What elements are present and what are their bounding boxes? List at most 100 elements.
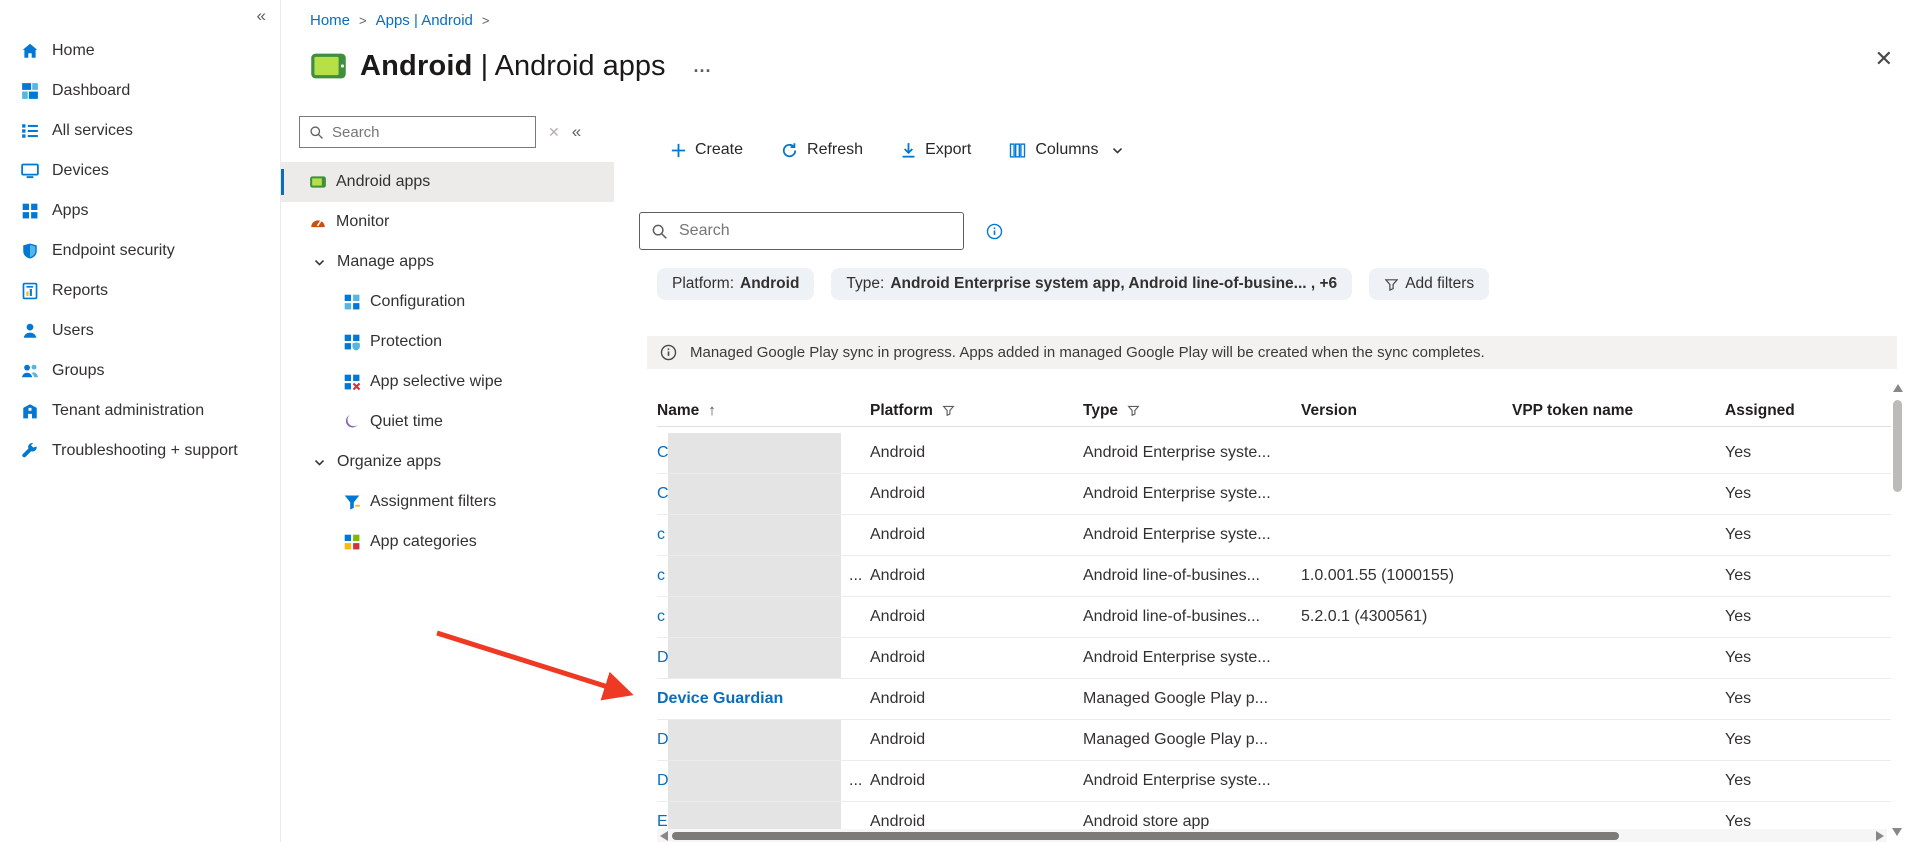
- app-name-cell[interactable]: C: [657, 474, 870, 514]
- app-name-cell[interactable]: D: [657, 720, 870, 760]
- sidebar-item-reports[interactable]: Reports: [0, 271, 280, 311]
- sidebar-item-home[interactable]: Home: [0, 31, 280, 71]
- column-header-assigned[interactable]: Assigned: [1725, 402, 1883, 420]
- list-search-input[interactable]: [679, 222, 952, 240]
- menu-item-monitor[interactable]: Monitor: [281, 202, 614, 242]
- menu-item-app-selective-wipe[interactable]: App selective wipe: [281, 362, 614, 402]
- sidebar-item-apps[interactable]: Apps: [0, 191, 280, 231]
- filter-pill-type[interactable]: Type: Android Enterprise system app, And…: [831, 268, 1352, 300]
- page-header: Android | Android apps ...: [310, 46, 1907, 86]
- menu-item-protection[interactable]: Protection: [281, 322, 614, 362]
- info-icon: [986, 223, 1003, 240]
- columns-label: Columns: [1035, 141, 1098, 159]
- more-actions-button[interactable]: ...: [694, 56, 712, 77]
- app-name-cell[interactable]: c...: [657, 556, 870, 596]
- app-name-link[interactable]: c: [657, 526, 665, 544]
- table-row[interactable]: C Android Android Enterprise syste... Ye…: [657, 474, 1891, 515]
- app-name-link[interactable]: D: [657, 772, 669, 790]
- search-info-button[interactable]: [986, 223, 1003, 240]
- breadcrumb-separator: >: [482, 13, 490, 28]
- app-name-link[interactable]: C: [657, 485, 669, 503]
- version-cell: 1.0.001.55 (1000155): [1301, 567, 1512, 585]
- app-name-link[interactable]: C: [657, 444, 669, 462]
- sidebar-item-all-services[interactable]: All services: [0, 111, 280, 151]
- menu-item-configuration[interactable]: Configuration: [281, 282, 614, 322]
- table-row[interactable]: D... Android Android Enterprise syste...…: [657, 761, 1891, 802]
- column-header-platform[interactable]: Platform: [870, 402, 1083, 420]
- filter-label: Platform:: [672, 275, 734, 293]
- menu-collapse-button[interactable]: «: [572, 122, 581, 142]
- type-cell: Android Enterprise syste...: [1083, 444, 1301, 462]
- sidebar-item-troubleshooting-support[interactable]: Troubleshooting + support: [0, 431, 280, 471]
- column-header-type[interactable]: Type: [1083, 402, 1301, 420]
- table-row-device-guardian[interactable]: Device Guardian Android Managed Google P…: [657, 679, 1891, 720]
- menu-search-input[interactable]: [332, 124, 526, 141]
- horizontal-scrollbar[interactable]: [657, 829, 1887, 842]
- column-header-vpp-token-name[interactable]: VPP token name: [1512, 402, 1725, 420]
- android-app-logo-icon: [310, 52, 347, 80]
- menu-search-box[interactable]: [299, 116, 536, 148]
- sidebar-item-devices[interactable]: Devices: [0, 151, 280, 191]
- sidebar-item-dashboard[interactable]: Dashboard: [0, 71, 280, 111]
- app-name-cell[interactable]: c: [657, 515, 870, 555]
- menu-item-android-apps[interactable]: Android apps: [281, 162, 614, 202]
- app-name-link[interactable]: D: [657, 731, 669, 749]
- vertical-scrollbar-thumb[interactable]: [1893, 400, 1902, 492]
- sidebar-item-label: Dashboard: [52, 82, 130, 100]
- redaction-overlay: [668, 474, 841, 514]
- column-header-version[interactable]: Version: [1301, 402, 1512, 420]
- wrench-icon: [21, 442, 39, 460]
- scroll-up-arrow[interactable]: [1893, 384, 1903, 392]
- app-name-link[interactable]: Device Guardian: [657, 690, 783, 708]
- vertical-scrollbar[interactable]: [1891, 382, 1904, 842]
- table-row[interactable]: D Android Android Enterprise syste... Ye…: [657, 638, 1891, 679]
- breadcrumb-apps-android-link[interactable]: Apps | Android: [376, 12, 473, 29]
- add-filters-button[interactable]: Add filters: [1369, 268, 1489, 300]
- assigned-cell: Yes: [1725, 444, 1883, 462]
- scroll-right-arrow[interactable]: [1876, 831, 1884, 841]
- list-search-box[interactable]: [639, 212, 964, 250]
- refresh-icon: [781, 142, 798, 159]
- quiet-time-icon: [343, 413, 361, 431]
- sidebar-item-endpoint-security[interactable]: Endpoint security: [0, 231, 280, 271]
- scroll-down-arrow[interactable]: [1892, 828, 1902, 836]
- app-name-link[interactable]: c: [657, 567, 665, 585]
- sidebar-item-groups[interactable]: Groups: [0, 351, 280, 391]
- table-row[interactable]: c Android Android line-of-busines... 5.2…: [657, 597, 1891, 638]
- horizontal-scrollbar-thumb[interactable]: [672, 832, 1619, 840]
- sidebar-item-tenant-administration[interactable]: Tenant administration: [0, 391, 280, 431]
- menu-item-app-categories[interactable]: App categories: [281, 522, 614, 562]
- menu-item-assignment-filters[interactable]: Assignment filters: [281, 482, 614, 522]
- refresh-button[interactable]: Refresh: [781, 141, 863, 159]
- table-row[interactable]: C Android Android Enterprise syste... Ye…: [657, 433, 1891, 474]
- export-button[interactable]: Export: [901, 141, 971, 159]
- close-icon[interactable]: ✕: [1875, 46, 1893, 72]
- app-name-cell[interactable]: D...: [657, 761, 870, 801]
- app-name-link[interactable]: D: [657, 649, 669, 667]
- sidebar-item-users[interactable]: Users: [0, 311, 280, 351]
- sidebar-collapse-button[interactable]: «: [257, 6, 266, 26]
- column-header-name[interactable]: Name ↑: [657, 402, 870, 420]
- menu-group-manage-apps[interactable]: Manage apps: [281, 242, 614, 282]
- app-name-link[interactable]: c: [657, 608, 665, 626]
- columns-button[interactable]: Columns: [1009, 141, 1124, 159]
- table-row[interactable]: c Android Android Enterprise syste... Ye…: [657, 515, 1891, 556]
- left-sidebar: « Home Dashboard All services Devices Ap…: [0, 0, 281, 842]
- menu-item-label: App categories: [370, 533, 477, 551]
- create-button[interactable]: Create: [671, 141, 743, 159]
- platform-cell: Android: [870, 772, 1083, 790]
- app-name-cell[interactable]: C: [657, 433, 870, 473]
- table-row[interactable]: c... Android Android line-of-busines... …: [657, 556, 1891, 597]
- scroll-left-arrow[interactable]: [660, 831, 668, 841]
- app-name-cell[interactable]: c: [657, 597, 870, 637]
- column-label: VPP token name: [1512, 402, 1633, 420]
- table-row[interactable]: D Android Managed Google Play p... Yes: [657, 720, 1891, 761]
- app-name-cell[interactable]: D: [657, 638, 870, 678]
- menu-search-clear-button[interactable]: ✕: [548, 124, 560, 141]
- app-name-cell[interactable]: Device Guardian: [657, 679, 870, 719]
- menu-item-quiet-time[interactable]: Quiet time: [281, 402, 614, 442]
- filter-pill-platform[interactable]: Platform: Android: [657, 268, 814, 300]
- menu-group-organize-apps[interactable]: Organize apps: [281, 442, 614, 482]
- breadcrumb-home-link[interactable]: Home: [310, 12, 350, 29]
- platform-cell: Android: [870, 649, 1083, 667]
